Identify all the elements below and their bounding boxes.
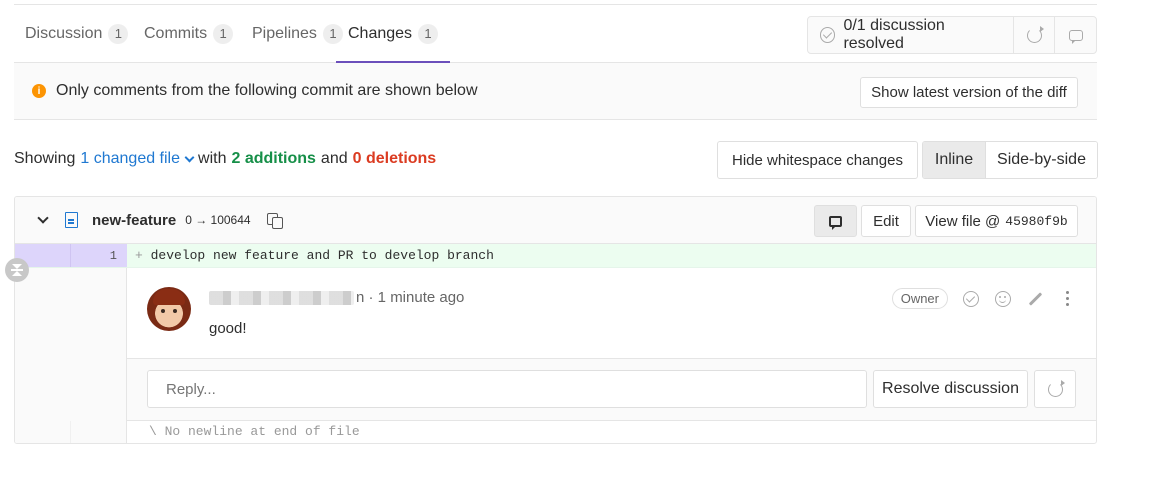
hide-whitespace-button[interactable]: Hide whitespace changes: [717, 141, 918, 179]
summary-showing: Showing: [14, 150, 76, 167]
commit-info-banner: i Only comments from the following commi…: [14, 63, 1097, 120]
chevron-down-icon: [184, 152, 195, 162]
tab-pipelines[interactable]: Pipelines 1: [252, 5, 343, 62]
note-text: good!: [209, 320, 247, 337]
resolve-discussion-icon[interactable]: [962, 290, 980, 308]
diff-view-toggle: Inline Side-by-side: [922, 141, 1098, 179]
summary-with: with: [198, 150, 227, 167]
file-header: new-feature 0 → 100644 Edit View file @ …: [15, 197, 1096, 244]
changed-files-dropdown[interactable]: 1 changed file: [80, 150, 195, 168]
file-mode: 0 → 100644: [185, 213, 251, 227]
side-by-side-view-button[interactable]: Side-by-side: [986, 142, 1097, 178]
resolve-in-new-issue-button[interactable]: [1034, 370, 1076, 408]
owner-badge: Owner: [891, 288, 948, 309]
banner-text: Only comments from the following commit …: [56, 82, 478, 99]
diff-discussion: n · 1 minute ago good! Owner Resolve dis…: [15, 268, 1096, 421]
new-line-number[interactable]: 1: [71, 244, 127, 267]
resolve-in-new-issue-button[interactable]: [1014, 17, 1055, 53]
reply-input[interactable]: [147, 370, 867, 408]
toggle-comments-button[interactable]: [814, 205, 857, 237]
edit-comment-icon[interactable]: [1026, 290, 1044, 308]
check-circle-icon: [820, 27, 836, 43]
edit-file-button[interactable]: Edit: [861, 205, 911, 237]
tab-count: 1: [418, 23, 439, 44]
diff-line-added: 1 + develop new feature and PR to develo…: [15, 244, 1096, 268]
tab-label: Discussion: [25, 24, 103, 42]
comment-next-icon: [1068, 29, 1083, 44]
note-time[interactable]: · 1 minute ago: [369, 289, 465, 306]
resolve-status: 0/1 discussion resolved: [808, 17, 1014, 53]
new-line-number: [71, 421, 127, 443]
changed-files-label: 1 changed file: [80, 150, 181, 167]
pencil-icon: [1028, 291, 1042, 306]
tab-discussion[interactable]: Discussion 1: [25, 5, 129, 62]
chevron-down-icon[interactable]: [37, 211, 49, 224]
copy-icon[interactable]: [266, 212, 283, 229]
tab-count: 1: [108, 23, 129, 44]
old-line-number: [15, 421, 71, 443]
jump-to-discussion-button[interactable]: [1055, 17, 1096, 53]
diff-summary: Showing 1 changed file with 2 additions …: [14, 150, 436, 168]
file-icon: [65, 212, 78, 228]
more-actions-icon[interactable]: [1058, 290, 1076, 308]
view-file-label: View file @: [925, 212, 1001, 230]
tab-label: Commits: [144, 24, 208, 42]
smiley-icon: [995, 290, 1011, 307]
author-name-redacted[interactable]: [209, 290, 354, 305]
author-name-suffix: n: [356, 289, 365, 306]
kebab-icon: [1065, 291, 1069, 306]
note-author: n · 1 minute ago: [209, 289, 464, 306]
commit-sha: 45980f9b: [1005, 213, 1068, 229]
tab-changes[interactable]: Changes 1: [336, 5, 451, 63]
info-icon: i: [32, 84, 46, 98]
resolve-discussion-button[interactable]: Resolve discussion: [873, 370, 1028, 408]
tab-count: 1: [213, 23, 234, 44]
tab-label: Changes: [348, 24, 413, 42]
file-name[interactable]: new-feature: [92, 212, 176, 229]
avatar[interactable]: [147, 287, 191, 331]
diff-code-text: develop new feature and PR to develop br…: [150, 248, 494, 263]
file-actions: Edit View file @ 45980f9b: [814, 205, 1078, 237]
no-newline-text: \ No newline at end of file: [149, 424, 360, 439]
discussion-resolve-counter: 0/1 discussion resolved: [807, 16, 1097, 54]
discussion-gutter: [15, 268, 127, 421]
add-reaction-icon[interactable]: [994, 290, 1012, 308]
resolve-status-text: 0/1 discussion resolved: [843, 17, 945, 52]
issue-new-icon: [1026, 25, 1044, 43]
view-file-button[interactable]: View file @ 45980f9b: [915, 205, 1078, 237]
note-actions: Owner: [891, 288, 1076, 309]
diff-code: + develop new feature and PR to develop …: [127, 244, 494, 267]
arrow-up-icon: [12, 271, 22, 276]
check-circle-icon: [963, 290, 979, 307]
discussion-body: n · 1 minute ago good! Owner Resolve dis…: [127, 268, 1096, 421]
tab-commits[interactable]: Commits 1: [144, 5, 234, 62]
show-latest-diff-button[interactable]: Show latest version of the diff: [860, 77, 1078, 108]
diff-line-meta: \ No newline at end of file: [15, 421, 1096, 443]
summary-and: and: [320, 150, 348, 167]
note: n · 1 minute ago good! Owner: [127, 268, 1096, 359]
comment-icon: [829, 215, 842, 230]
issue-new-icon: [1047, 379, 1065, 397]
additions-count: 2 additions: [231, 150, 316, 167]
deletions-count: 0 deletions: [352, 150, 437, 167]
tab-label: Pipelines: [252, 24, 317, 42]
inline-view-button[interactable]: Inline: [923, 142, 986, 178]
reply-row: Resolve discussion: [127, 359, 1096, 421]
diff-file: new-feature 0 → 100644 Edit View file @ …: [14, 196, 1097, 444]
expand-collapse-icon[interactable]: [5, 258, 29, 282]
diff-prefix: +: [135, 248, 143, 263]
